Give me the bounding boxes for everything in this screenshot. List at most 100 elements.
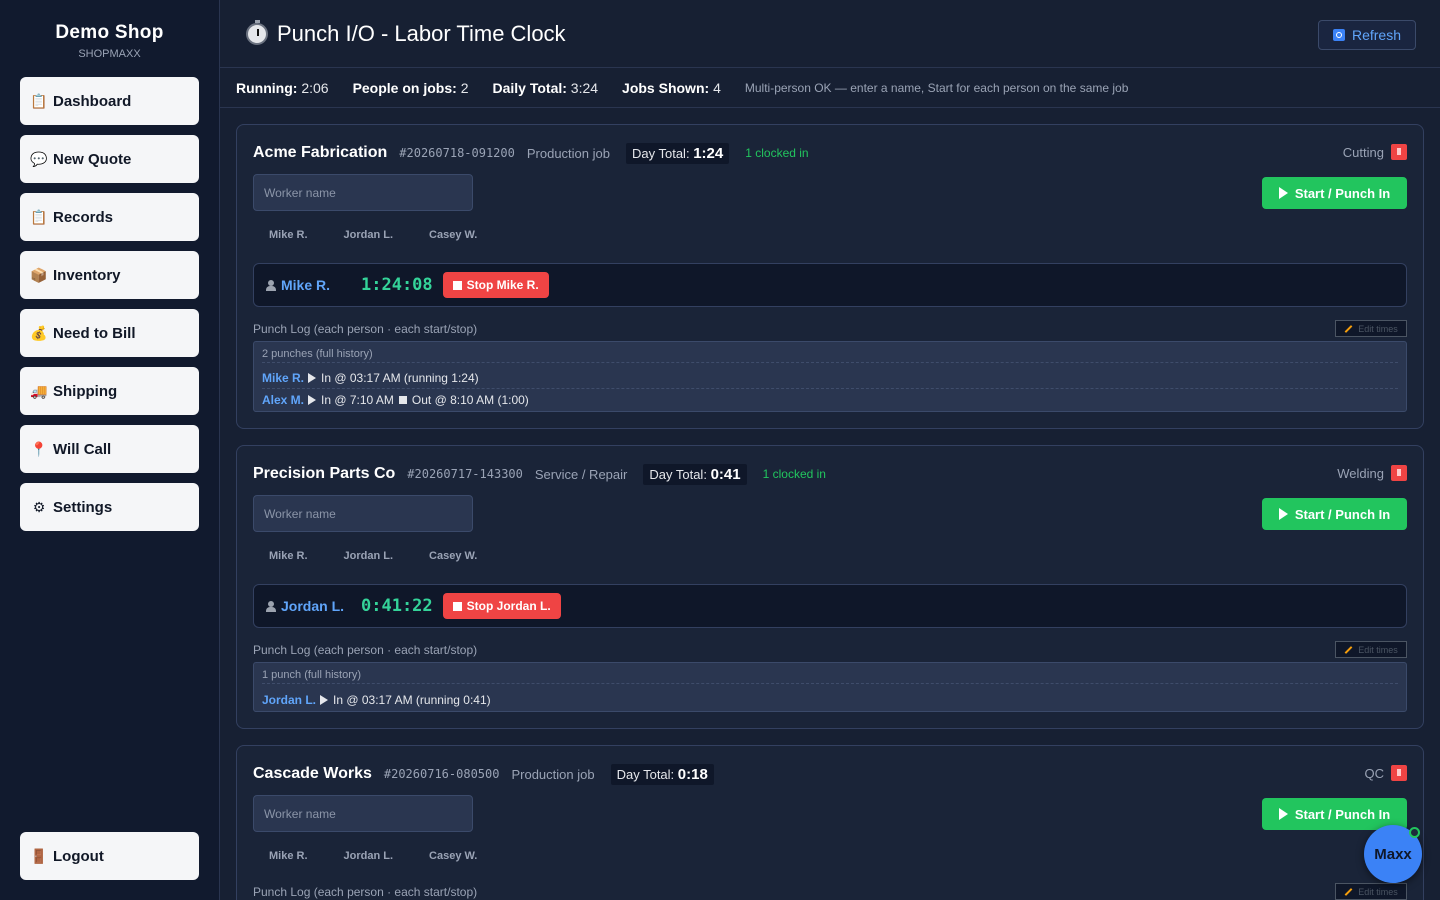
- pencil-icon: [1344, 324, 1353, 333]
- log-worker-name[interactable]: Alex M.: [262, 393, 304, 407]
- stats-bar: Running: 2:06 People on jobs: 2 Daily To…: [220, 68, 1440, 108]
- job-card-header: Acme Fabrication #20260718-091200 Produc…: [253, 142, 809, 164]
- sidebar-item-records[interactable]: 📋 Records: [20, 193, 199, 241]
- sidebar-item-need-to-bill[interactable]: 💰 Need to Bill: [20, 309, 199, 357]
- sidebar-item-dashboard[interactable]: 📋 Dashboard: [20, 77, 199, 125]
- logout-label: Logout: [53, 847, 104, 865]
- clocked-in-count: 1 clocked in: [762, 467, 826, 481]
- stat-jobs-shown: Jobs Shown: 4: [622, 79, 721, 96]
- stats-note: Multi-person OK — enter a name, Start fo…: [744, 80, 1129, 95]
- punch-count: 1 punch (full history): [262, 669, 1398, 684]
- worker-chip[interactable]: Mike R.: [269, 550, 308, 562]
- start-punch-in-button[interactable]: Start / Punch In: [1262, 177, 1407, 209]
- active-worker-row: Jordan L. 0:41:22 Stop Jordan L.: [253, 584, 1407, 628]
- job-card-header: Precision Parts Co #20260717-143300 Serv…: [253, 463, 826, 485]
- job-type: Service / Repair: [534, 466, 628, 482]
- log-entry: Mike R. In @ 03:17 AM (running 1:24): [262, 368, 1398, 389]
- sidebar-item-inventory[interactable]: 📦 Inventory: [20, 251, 199, 299]
- main-content: Punch I/O - Labor Time Clock Refresh Run…: [220, 0, 1440, 900]
- logout-button[interactable]: 🚪 Logout: [20, 832, 199, 880]
- log-worker-name[interactable]: Mike R.: [262, 371, 304, 385]
- sidebar-item-label: Need to Bill: [53, 324, 136, 342]
- active-worker-name: Jordan L.: [281, 598, 345, 614]
- page-header: Punch I/O - Labor Time Clock Refresh: [220, 0, 1440, 68]
- running-timer: 0:41:22: [361, 596, 433, 616]
- log-entry: Alex M. In @ 7:10 AM Out @ 8:10 AM (1:00…: [262, 389, 1398, 410]
- sidebar-item-label: Records: [53, 208, 114, 226]
- sidebar-item-label: Settings: [53, 498, 113, 516]
- person-icon: [266, 600, 276, 612]
- worker-name-input[interactable]: [253, 174, 473, 211]
- punch-log: 2 punches (full history) Mike R. In @ 03…: [253, 341, 1407, 412]
- sidebar-item-shipping[interactable]: 🚚 Shipping: [20, 367, 199, 415]
- edit-times-button[interactable]: Edit times: [1335, 320, 1407, 337]
- log-out-time: Out @ 8:10 AM (1:00): [411, 392, 529, 407]
- job-number: #20260716-080500: [383, 767, 500, 781]
- day-total: Day Total: 0:41: [643, 463, 747, 485]
- worker-chip[interactable]: Casey W.: [429, 850, 477, 862]
- worker-name-input[interactable]: [253, 495, 473, 532]
- sidebar-item-label: New Quote: [53, 150, 132, 168]
- worker-chip[interactable]: Jordan L.: [344, 850, 394, 862]
- worker-chip[interactable]: Jordan L.: [344, 550, 394, 562]
- refresh-label: Refresh: [1351, 27, 1401, 43]
- customer-name: Acme Fabrication: [253, 144, 388, 161]
- day-total: Day Total: 0:18: [610, 763, 714, 785]
- brand-name: Demo Shop: [55, 22, 164, 43]
- stage-label: Welding: [1337, 465, 1384, 481]
- sidebar-item-new-quote[interactable]: 💬 New Quote: [20, 135, 199, 183]
- play-icon: [308, 394, 317, 405]
- pencil-icon: [1344, 645, 1353, 654]
- gear-icon: ⚙: [32, 498, 46, 515]
- trash-icon[interactable]: [1391, 465, 1407, 481]
- pin-icon: 📍: [30, 440, 48, 457]
- stage-label: QC: [1364, 765, 1385, 781]
- edit-times-button[interactable]: Edit times: [1335, 883, 1407, 900]
- page-title: Punch I/O - Labor Time Clock: [246, 19, 566, 47]
- page-title-text: Punch I/O - Labor Time Clock: [277, 20, 566, 46]
- logout-container: 🚪 Logout: [20, 832, 199, 890]
- worker-chips: Mike R. Jordan L. Casey W.: [269, 550, 513, 562]
- worker-chips: Mike R. Jordan L. Casey W.: [269, 229, 513, 241]
- maxx-label: Maxx: [1374, 845, 1412, 863]
- money-bag-icon: 💰: [30, 324, 48, 341]
- box-icon: 📦: [30, 266, 48, 283]
- worker-chip[interactable]: Casey W.: [429, 229, 477, 241]
- maxx-assistant-button[interactable]: Maxx: [1364, 825, 1422, 883]
- start-punch-in-button[interactable]: Start / Punch In: [1262, 498, 1407, 530]
- worker-chip[interactable]: Mike R.: [269, 850, 308, 862]
- trash-icon[interactable]: [1391, 144, 1407, 160]
- worker-name-input[interactable]: [253, 795, 473, 832]
- trash-icon[interactable]: [1391, 765, 1407, 781]
- brand: Demo Shop SHOPMAXX: [0, 0, 219, 60]
- stop-icon: [452, 601, 462, 611]
- job-card: Precision Parts Co #20260717-143300 Serv…: [236, 445, 1424, 729]
- sidebar-item-will-call[interactable]: 📍 Will Call: [20, 425, 199, 473]
- punch-log-label: Punch Log (each person · each start/stop…: [253, 643, 478, 657]
- worker-chip[interactable]: Mike R.: [269, 229, 308, 241]
- punch-log: 1 punch (full history) Jordan L. In @ 03…: [253, 662, 1407, 712]
- worker-chips: Mike R. Jordan L. Casey W.: [269, 850, 513, 862]
- person-icon: [266, 279, 276, 291]
- log-worker-name[interactable]: Jordan L.: [262, 693, 316, 707]
- punch-count: 2 punches (full history): [262, 348, 1398, 363]
- stat-people: People on jobs: 2: [352, 79, 469, 96]
- day-total: Day Total: 1:24: [625, 142, 730, 164]
- sidebar-item-settings[interactable]: ⚙ Settings: [20, 483, 199, 531]
- play-icon: [1278, 508, 1288, 520]
- worker-chip[interactable]: Casey W.: [429, 550, 477, 562]
- customer-name: Precision Parts Co: [253, 465, 396, 482]
- worker-chip[interactable]: Jordan L.: [344, 229, 394, 241]
- clipboard-icon: 📋: [30, 92, 48, 109]
- stop-worker-button[interactable]: Stop Jordan L.: [442, 593, 561, 619]
- refresh-button[interactable]: Refresh: [1317, 20, 1416, 50]
- edit-times-button[interactable]: Edit times: [1335, 641, 1407, 658]
- sidebar-item-label: Dashboard: [53, 92, 132, 110]
- punch-log-label: Punch Log (each person · each start/stop…: [253, 885, 478, 899]
- clocked-in-count: 1 clocked in: [745, 146, 809, 160]
- stop-worker-button[interactable]: Stop Mike R.: [442, 272, 549, 298]
- stat-daily-total: Daily Total: 3:24: [492, 79, 599, 96]
- job-number: #20260718-091200: [399, 146, 515, 160]
- play-icon: [308, 373, 317, 383]
- sidebar-item-label: Shipping: [53, 382, 118, 400]
